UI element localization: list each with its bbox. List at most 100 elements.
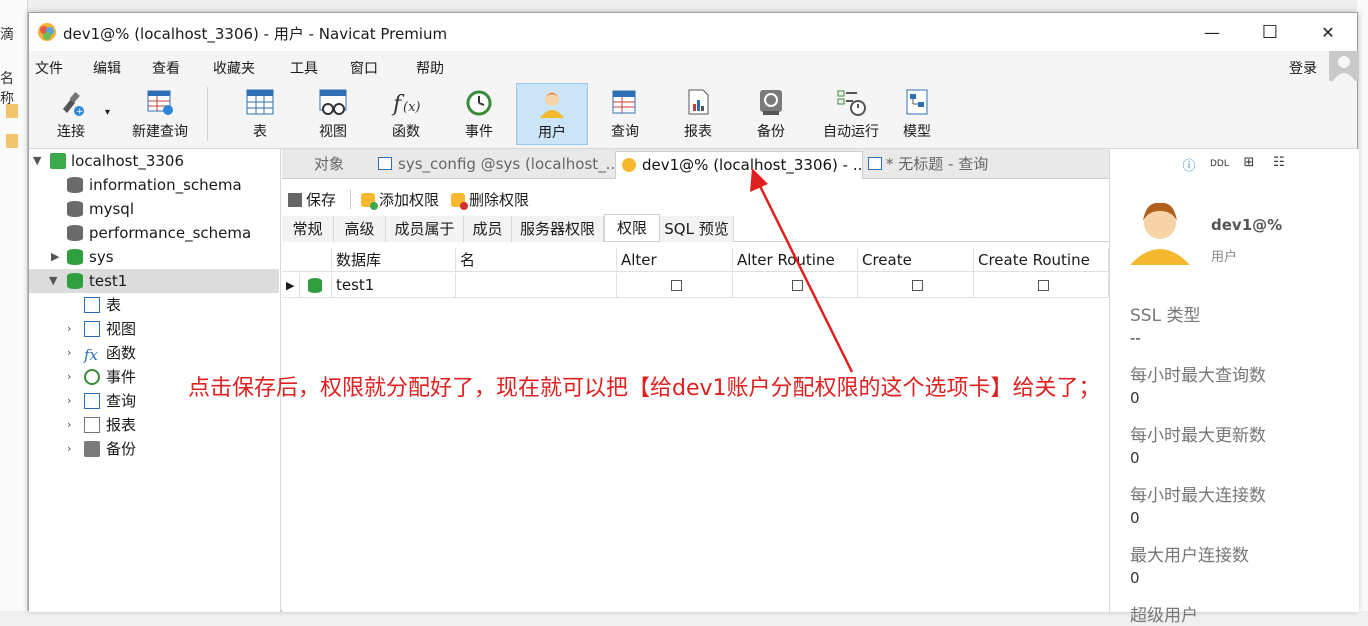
- automation-icon: [837, 90, 866, 116]
- info-icon[interactable]: ⓘ: [1180, 155, 1198, 174]
- tree-label: 查询: [106, 392, 137, 410]
- tree-database[interactable]: mysql: [29, 197, 279, 221]
- database-icon: [67, 225, 83, 241]
- cell-create[interactable]: [858, 273, 974, 298]
- menu-favorites[interactable]: 收藏夹: [213, 58, 255, 78]
- account-avatar-icon: [1333, 56, 1355, 81]
- close-button[interactable]: ✕: [1299, 13, 1357, 51]
- create-checkbox[interactable]: [912, 280, 923, 291]
- toolbar-model-button[interactable]: 模型: [881, 83, 953, 145]
- tab-objects[interactable]: 对象: [282, 151, 370, 179]
- subtab-member-of[interactable]: 成员属于: [386, 216, 464, 242]
- toolbar-label: 查询: [611, 124, 639, 140]
- expand-arrow-icon[interactable]: ›: [67, 437, 71, 461]
- tree-child-functions[interactable]: › fx 函数: [29, 341, 279, 365]
- cell-database[interactable]: test1: [332, 273, 456, 298]
- expand-arrow-icon[interactable]: ›: [67, 389, 71, 413]
- database-icon: [67, 177, 83, 193]
- subtab-advanced[interactable]: 高级: [334, 216, 386, 242]
- subtab-privileges[interactable]: 权限: [604, 214, 660, 241]
- create-routine-checkbox[interactable]: [1037, 280, 1049, 291]
- save-button[interactable]: 保存: [288, 189, 336, 210]
- menu-edit[interactable]: 编辑: [93, 58, 121, 78]
- report-icon: [688, 89, 709, 115]
- maximize-button[interactable]: ☐: [1241, 13, 1299, 51]
- account-avatar[interactable]: [1329, 51, 1359, 81]
- delete-privilege-button[interactable]: 删除权限: [451, 189, 529, 210]
- svg-text:(x): (x): [403, 100, 420, 115]
- toolbar-function-button[interactable]: f (x) 函数: [370, 83, 442, 145]
- tree-database[interactable]: information_schema: [29, 173, 279, 197]
- menu-file[interactable]: 文件: [35, 58, 63, 78]
- alter-checkbox[interactable]: [671, 280, 682, 291]
- tab-label: sys_config @sys (localhost_...: [398, 155, 614, 173]
- folder-icon: [6, 134, 18, 148]
- column-header[interactable]: Create: [858, 248, 974, 272]
- cell-name[interactable]: [456, 273, 617, 298]
- toolbar-event-button[interactable]: 事件: [443, 83, 515, 145]
- background-window-edge: 滴 名称: [0, 0, 28, 611]
- connection-dropdown-icon[interactable]: ▾: [105, 107, 110, 118]
- expand-arrow-icon[interactable]: ›: [67, 365, 71, 389]
- cell-alter[interactable]: [617, 273, 733, 298]
- toolbar-query-button[interactable]: 查询: [589, 83, 661, 145]
- tree-database-selected[interactable]: ▼ test1: [29, 269, 279, 293]
- expand-arrow-icon[interactable]: ▶: [51, 245, 59, 269]
- expand-arrow-icon[interactable]: ▼: [33, 149, 41, 173]
- tree-connection[interactable]: ▼ localhost_3306: [29, 149, 279, 173]
- toolbar-connection-button[interactable]: + 连接: [35, 83, 107, 145]
- menu-view[interactable]: 查看: [152, 58, 180, 78]
- tree-child-backups[interactable]: › 备份: [29, 437, 279, 461]
- menu-window[interactable]: 窗口: [350, 58, 378, 78]
- toolbar-user-button[interactable]: 用户: [516, 83, 588, 145]
- ddl-icon[interactable]: DDL: [1210, 155, 1229, 173]
- tab-sys-config[interactable]: sys_config @sys (localhost_...: [370, 151, 614, 179]
- collapse-arrow-icon[interactable]: ▼: [49, 269, 57, 293]
- column-header[interactable]: 数据库: [332, 248, 456, 272]
- subtab-members[interactable]: 成员: [464, 216, 512, 242]
- alter-routine-checkbox[interactable]: [791, 280, 803, 291]
- save-icon: [288, 193, 302, 207]
- cell-alter-routine[interactable]: [733, 273, 858, 298]
- background-text: 滴: [0, 27, 14, 43]
- add-privilege-label: 添加权限: [379, 191, 440, 209]
- expand-arrow-icon[interactable]: ›: [67, 413, 71, 437]
- toolbar-backup-button[interactable]: 备份: [735, 83, 807, 145]
- tree-child-tables[interactable]: 表: [29, 293, 279, 317]
- er-icon[interactable]: ⊞: [1240, 155, 1258, 173]
- subtab-general[interactable]: 常规: [282, 216, 334, 242]
- toolbar-label: 视图: [319, 124, 347, 140]
- database-icon: [67, 201, 83, 217]
- column-header[interactable]: 名: [456, 248, 617, 272]
- expand-arrow-icon[interactable]: ›: [67, 341, 71, 365]
- column-header[interactable]: Alter Routine: [733, 248, 858, 272]
- column-header[interactable]: Alter: [617, 248, 733, 272]
- window-title: dev1@% (localhost_3306) - 用户 - Navicat P…: [63, 25, 448, 43]
- properties-icon[interactable]: ☷: [1270, 155, 1288, 173]
- menu-help[interactable]: 帮助: [416, 58, 444, 78]
- tree-database[interactable]: ▶ sys: [29, 245, 279, 269]
- toolbar-separator: [207, 87, 208, 141]
- tree-child-reports[interactable]: › 报表: [29, 413, 279, 437]
- menu-tools[interactable]: 工具: [290, 58, 318, 78]
- field-value: 0: [1130, 449, 1140, 467]
- connection-icon: [50, 153, 66, 169]
- svg-text:+: +: [76, 107, 84, 117]
- tab-untitled-query[interactable]: * 无标题 - 查询: [864, 151, 1034, 179]
- login-button[interactable]: 登录: [1289, 58, 1317, 78]
- toolbar-view-button[interactable]: 视图: [297, 83, 369, 145]
- subtab-server-privileges[interactable]: 服务器权限: [512, 216, 604, 242]
- tree-child-views[interactable]: › 视图: [29, 317, 279, 341]
- minimize-button[interactable]: —: [1183, 13, 1241, 51]
- tree-database[interactable]: performance_schema: [29, 221, 279, 245]
- delete-lock-icon: [451, 193, 468, 210]
- subtab-sql-preview[interactable]: SQL 预览: [660, 216, 734, 242]
- cell-create-routine[interactable]: [974, 273, 1109, 298]
- column-header[interactable]: Create Routine: [974, 248, 1109, 272]
- toolbar-report-button[interactable]: 报表: [662, 83, 734, 145]
- tab-user-dev1[interactable]: dev1@% (localhost_3306) - ...: [615, 151, 863, 179]
- add-privilege-button[interactable]: 添加权限: [361, 189, 439, 210]
- toolbar-table-button[interactable]: 表: [224, 83, 296, 145]
- toolbar-new-query-button[interactable]: 新建查询: [115, 83, 205, 145]
- expand-arrow-icon[interactable]: ›: [67, 317, 71, 341]
